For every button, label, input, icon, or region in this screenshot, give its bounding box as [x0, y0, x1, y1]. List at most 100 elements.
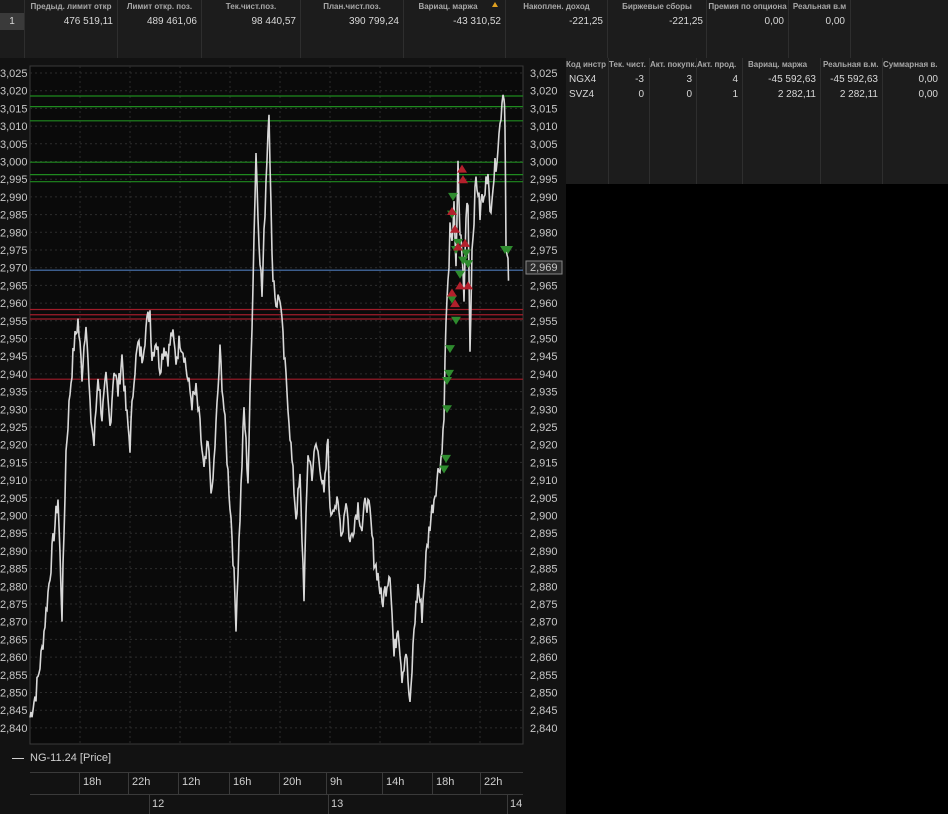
axis-label: 2,990	[0, 192, 28, 204]
axis-label: 2,950	[0, 334, 28, 346]
column-header[interactable]: Акт. покупк.	[650, 58, 696, 71]
cell-value[interactable]: 0,00	[707, 13, 784, 30]
axis-label: 2,865	[0, 634, 28, 646]
axis-label: 2,845	[530, 705, 558, 717]
day-separator	[507, 794, 508, 814]
column-header[interactable]: Тек. чист.	[609, 58, 649, 71]
cell-value[interactable]: 476 519,11	[25, 13, 113, 30]
axis-label: 2,865	[530, 634, 558, 646]
time-axis[interactable]: 18h 22h 12h 16h 20h 9h 14h 18h 22h 12 13 14	[0, 772, 566, 814]
axis-label: 2,930	[0, 404, 28, 416]
axis-label: 2,870	[0, 617, 28, 629]
axis-label: 2,975	[0, 245, 28, 257]
column-header[interactable]: Суммарная в.	[883, 58, 948, 71]
axis-label: 2,915	[0, 457, 28, 469]
time-tick	[382, 772, 383, 794]
column-header[interactable]: Лимит откр. поз.	[118, 0, 201, 13]
axis-label: 2,910	[530, 475, 558, 487]
axis-label: 2,845	[0, 705, 28, 717]
column-header[interactable]: План.чист.поз.	[301, 0, 403, 13]
cell-value[interactable]: 390 799,24	[301, 13, 399, 30]
axis-label: 2,920	[0, 440, 28, 452]
axis-label: 2,885	[530, 564, 558, 576]
time-tick-label: 18h	[436, 776, 455, 788]
axis-label: 2,960	[530, 298, 558, 310]
cell-value[interactable]: 489 461,06	[118, 13, 197, 30]
axis-label: 3,015	[530, 103, 558, 115]
axis-label: 2,880	[0, 581, 28, 593]
time-tick-label: 14h	[386, 776, 405, 788]
axis-label: 2,925	[0, 422, 28, 434]
axis-label: 2,920	[530, 440, 558, 452]
axis-label: 3,010	[0, 121, 28, 133]
column-header[interactable]: Реальная в.м	[789, 0, 850, 13]
axis-label: 2,850	[530, 688, 558, 700]
column-header[interactable]: Код инстр	[566, 58, 608, 71]
time-tick	[480, 772, 481, 794]
time-tick	[432, 772, 433, 794]
day-label: 13	[331, 798, 344, 810]
cell-value[interactable]: 98 440,57	[202, 13, 297, 30]
axis-label: 2,885	[0, 564, 28, 576]
axis-label: 2,985	[0, 210, 28, 222]
axis-label: 2,875	[0, 599, 28, 611]
axis-label: 3,015	[0, 103, 28, 115]
chart-legend[interactable]: NG-11.24 [Price]	[12, 752, 111, 764]
axis-label: 2,915	[530, 457, 558, 469]
column-header[interactable]: Вариац. маржа	[748, 58, 820, 71]
cell-value[interactable]: -221,25	[608, 13, 703, 30]
axis-label: 3,025	[0, 68, 28, 80]
axis-label: 2,975	[530, 245, 558, 257]
column-header[interactable]: Акт. прод.	[697, 58, 742, 71]
column-header[interactable]: Биржевые сборы	[608, 0, 706, 13]
current-price-label: 2,969	[530, 262, 558, 274]
column-header[interactable]: Тек.чист.поз.	[202, 0, 300, 13]
axis-label: 2,855	[0, 670, 28, 682]
row-number-cell[interactable]: 1	[0, 13, 24, 30]
limits-table: Предыд. лимит откр Лимит откр. поз. Тек.…	[0, 0, 948, 58]
price-chart[interactable]: 3,025 3,020 3,015 3,010 3,005 3,000 2,995 2,990…	[0, 58, 566, 814]
right-price-axis[interactable]: 3,025 3,020 3,015 3,010 3,005 3,000 2,995 2,990…	[530, 68, 558, 735]
axis-label: 2,940	[0, 369, 28, 381]
cell-value[interactable]: 0,00	[789, 13, 845, 30]
axis-label: 2,945	[530, 351, 558, 363]
instrument-code: NGX4	[569, 74, 597, 85]
axis-label: 2,900	[0, 511, 28, 523]
axis-label: 2,860	[0, 652, 28, 664]
time-tick	[178, 772, 179, 794]
day-label: 14	[510, 798, 523, 810]
day-separator	[328, 794, 329, 814]
time-tick-label: 20h	[283, 776, 302, 788]
axis-label: 2,880	[530, 581, 558, 593]
axis-label: 2,955	[0, 316, 28, 328]
axis-label: 2,930	[530, 404, 558, 416]
axis-label: 2,900	[530, 511, 558, 523]
legend-line-icon	[12, 757, 24, 759]
column-header[interactable]: Накоплен. доход	[506, 0, 607, 13]
axis-label: 2,990	[530, 192, 558, 204]
day-label: 12	[152, 798, 165, 810]
axis-label: 3,010	[530, 121, 558, 133]
time-tick-label: 12h	[182, 776, 201, 788]
axis-label: 2,855	[530, 670, 558, 682]
time-tick-label: 22h	[132, 776, 151, 788]
column-header[interactable]: Реальная в.м.	[823, 58, 882, 71]
column-header[interactable]: Премия по опциона	[707, 0, 788, 13]
axis-label: 3,020	[0, 86, 28, 98]
time-tick	[326, 772, 327, 794]
axis-label: 3,000	[530, 157, 558, 169]
chart-canvas[interactable]: 3,025 3,020 3,015 3,010 3,005 3,000 2,995 2,990…	[0, 58, 566, 814]
column-header[interactable]: Вариац. маржа	[404, 0, 492, 13]
cell-value: -3	[635, 74, 644, 85]
column-header[interactable]: Предыд. лимит откр	[25, 0, 117, 13]
axis-label: 2,890	[0, 546, 28, 558]
sort-up-icon[interactable]	[492, 2, 498, 7]
axis-label: 2,965	[530, 280, 558, 292]
axis-label: 2,910	[0, 475, 28, 487]
axis-label: 2,925	[530, 422, 558, 434]
axis-label: 3,025	[530, 68, 558, 80]
plot-frame	[29, 65, 524, 745]
axis-label: 2,970	[0, 263, 28, 275]
cell-value[interactable]: -221,25	[506, 13, 603, 30]
cell-value[interactable]: -43 310,52	[404, 13, 501, 30]
